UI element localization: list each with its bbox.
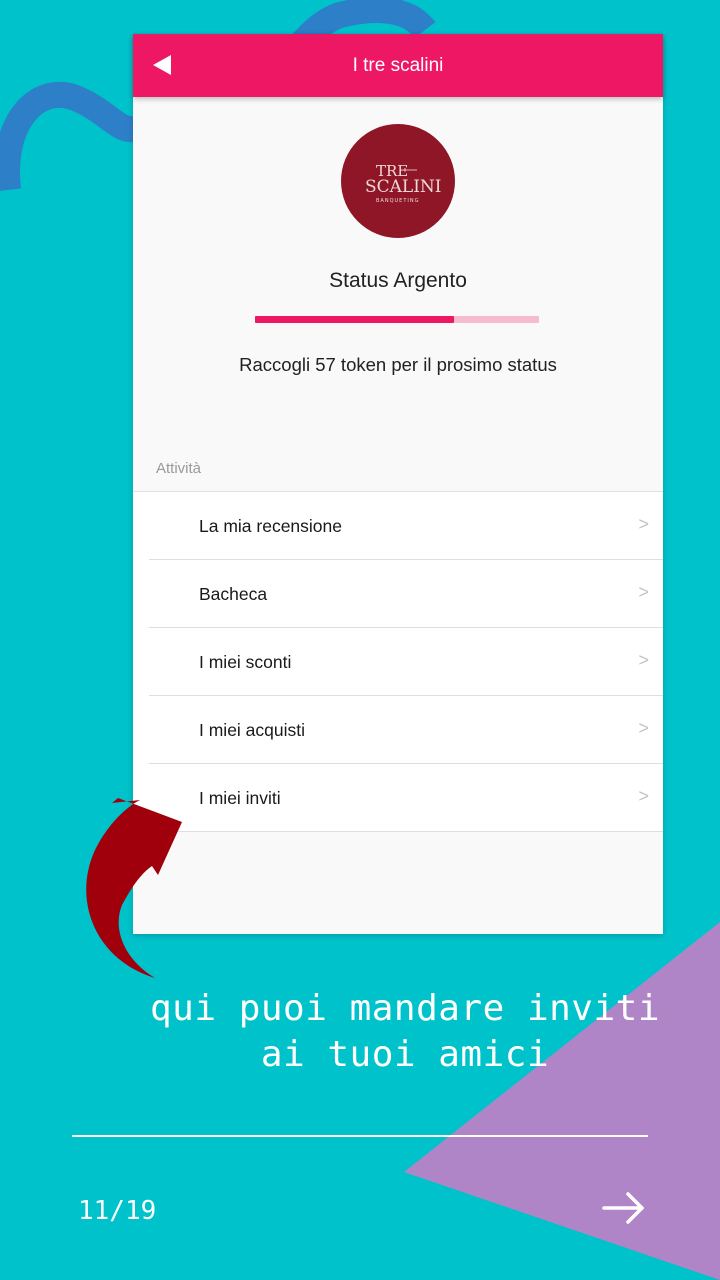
app-bar: I tre scalini xyxy=(133,34,663,97)
token-message: Raccogli 57 token per il prosimo status xyxy=(239,354,557,375)
caption-line-2: ai tuoi amici xyxy=(260,1034,550,1075)
activities-list: La mia recensione > Bacheca > I miei sco… xyxy=(133,491,663,832)
list-item-board[interactable]: Bacheca > xyxy=(133,560,663,628)
app-screen: I tre scalini TRE SCALINI BANQUETING Sta… xyxy=(133,34,663,934)
chevron-right-icon: > xyxy=(638,582,649,602)
chevron-right-icon: > xyxy=(638,786,649,806)
list-item-review[interactable]: La mia recensione > xyxy=(133,492,663,560)
caption-line-1: qui puoi mandare inviti xyxy=(150,988,660,1029)
footer-divider xyxy=(72,1135,648,1137)
back-button[interactable] xyxy=(151,54,175,76)
purple-triangle xyxy=(404,922,720,1280)
list-item-invites[interactable]: I miei inviti > xyxy=(133,764,663,832)
list-item-label: I miei inviti xyxy=(199,787,281,808)
logo-line2: SCALINI xyxy=(365,177,442,197)
logo-tagline: BANQUETING xyxy=(376,198,420,204)
next-button[interactable] xyxy=(600,1189,648,1227)
list-item-label: I miei acquisti xyxy=(199,719,306,740)
list-item-discounts[interactable]: I miei sconti > xyxy=(133,628,663,696)
restaurant-logo: TRE SCALINI BANQUETING xyxy=(341,124,455,238)
list-item-purchases[interactable]: I miei acquisti > xyxy=(133,696,663,764)
app-title: I tre scalini xyxy=(352,54,444,76)
chevron-right-icon: > xyxy=(638,650,649,670)
status-progress-fill xyxy=(255,316,454,323)
arrow-right-icon xyxy=(602,1192,644,1224)
back-arrow-icon xyxy=(153,55,171,75)
slide-caption: qui puoi mandare inviti ai tuoi amici xyxy=(100,986,710,1078)
list-item-label: I miei sconti xyxy=(199,651,292,672)
chevron-right-icon: > xyxy=(638,718,649,738)
status-progress-bar xyxy=(255,316,539,323)
chevron-right-icon: > xyxy=(638,514,649,534)
list-item-label: La mia recensione xyxy=(199,515,342,536)
list-item-label: Bacheca xyxy=(199,583,268,604)
status-title: Status Argento xyxy=(329,269,467,292)
page-counter: 11/19 xyxy=(78,1196,157,1226)
section-label-activities: Attività xyxy=(156,460,202,477)
